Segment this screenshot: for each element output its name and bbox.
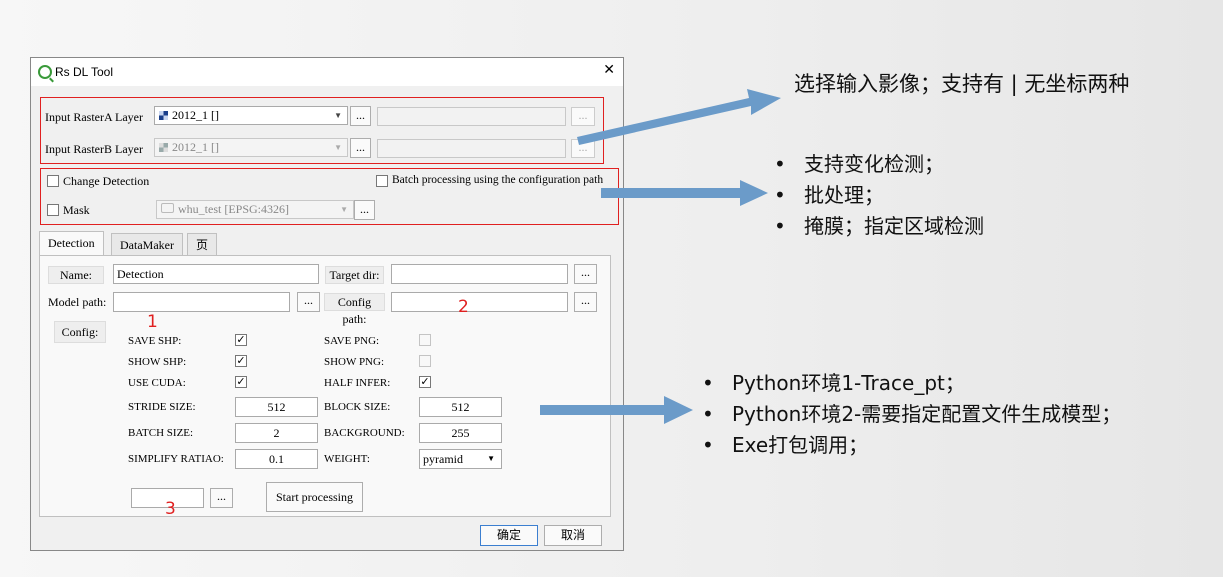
arrow-to-python-note bbox=[540, 396, 693, 424]
note-exe: • Exe打包调用； bbox=[702, 433, 869, 457]
arrow-to-options-note bbox=[601, 180, 768, 206]
note-mask: • 掩膜；指定区域检测 bbox=[774, 214, 984, 238]
note-change-detection: • 支持变化检测； bbox=[774, 152, 944, 176]
note-python-env-2: • Python环境2-需要指定配置文件生成模型； bbox=[702, 402, 1122, 426]
note-batch: • 批处理； bbox=[774, 183, 884, 207]
note-python-env-1: • Python环境1-Trace_pt； bbox=[702, 371, 965, 395]
arrow-to-input-note bbox=[577, 89, 781, 145]
note-input-images: 选择输入影像；支持有 | 无坐标两种 bbox=[794, 72, 1130, 96]
